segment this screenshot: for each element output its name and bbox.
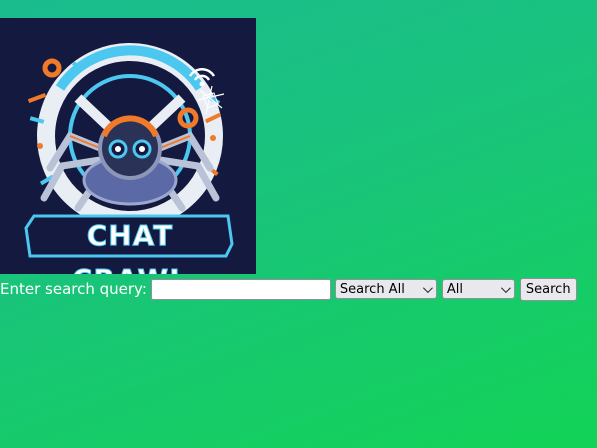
search-input[interactable] [150,278,331,300]
search-form: Enter search query: Search All All Searc… [0,277,577,301]
chevron-down-icon [500,282,511,293]
search-type-value: Search All [339,281,405,297]
logo-text: CHAT CRAWL [71,219,187,275]
search-scope-select[interactable]: All [441,279,515,299]
chevron-down-icon [422,282,433,293]
search-button[interactable]: Search [519,277,577,301]
search-scope-value: All [446,281,464,297]
chat-crawl-logo: CHAT CRAWL [0,18,256,274]
search-label: Enter search query: [0,280,147,298]
search-type-select[interactable]: Search All [334,279,437,299]
